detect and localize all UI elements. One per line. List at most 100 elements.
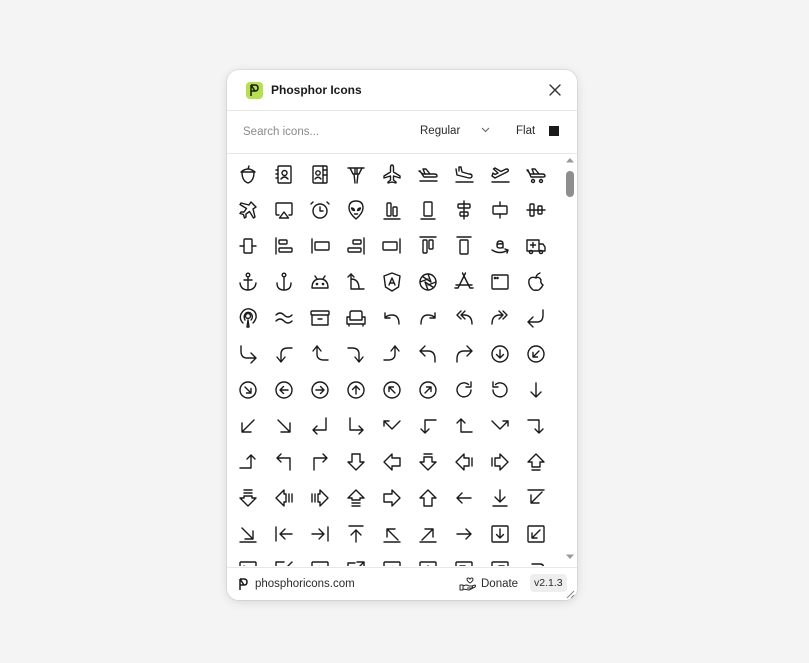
- apple-podcasts-logo-icon[interactable]: [231, 301, 265, 335]
- arrow-arc-left-icon[interactable]: [375, 301, 409, 335]
- chevron-down-icon[interactable]: [481, 127, 490, 133]
- address-book-tabs-icon[interactable]: [303, 157, 337, 191]
- arrow-fat-line-down-icon[interactable]: [411, 445, 445, 479]
- arrow-line-down-right-icon[interactable]: [231, 517, 265, 551]
- arrow-fat-down-icon[interactable]: [339, 445, 373, 479]
- arrow-bend-left-down-icon[interactable]: [267, 337, 301, 371]
- arrow-fat-lines-down-icon[interactable]: [231, 481, 265, 515]
- mode-select[interactable]: Flat: [516, 125, 535, 137]
- arrow-fat-line-left-icon[interactable]: [447, 445, 481, 479]
- arrow-elbow-right-icon[interactable]: [483, 409, 517, 443]
- arrow-circle-left-icon[interactable]: [267, 373, 301, 407]
- arrow-square-out-icon[interactable]: [339, 553, 373, 566]
- scrollbar[interactable]: [563, 154, 577, 566]
- arrow-bend-right-down-icon[interactable]: [339, 337, 373, 371]
- weight-select[interactable]: Regular: [420, 125, 460, 137]
- airplane-tilt-icon[interactable]: [231, 193, 265, 227]
- align-left-icon[interactable]: [267, 229, 301, 263]
- airplane-taxiing-icon[interactable]: [519, 157, 553, 191]
- arrow-line-up-icon[interactable]: [339, 517, 373, 551]
- align-center-horizontal-icon[interactable]: [447, 193, 481, 227]
- arrow-down-right-icon[interactable]: [267, 409, 301, 443]
- arrow-bend-down-right-icon[interactable]: [231, 337, 265, 371]
- arrow-arc-right-icon[interactable]: [411, 301, 445, 335]
- donate-button[interactable]: Donate: [481, 578, 518, 590]
- arrow-circle-up-left-icon[interactable]: [375, 373, 409, 407]
- arrow-square-in-icon[interactable]: [267, 553, 301, 566]
- arrow-bend-down-left-icon[interactable]: [519, 301, 553, 335]
- ambulance-icon[interactable]: [519, 229, 553, 263]
- arrow-elbow-down-right-icon[interactable]: [339, 409, 373, 443]
- airplane-icon[interactable]: [375, 157, 409, 191]
- arrow-counter-clockwise-icon[interactable]: [483, 373, 517, 407]
- scrollbar-thumb[interactable]: [566, 171, 574, 197]
- arrow-circle-down-icon[interactable]: [483, 337, 517, 371]
- acorn-icon[interactable]: [231, 157, 265, 191]
- arrow-line-down-left-icon[interactable]: [519, 481, 553, 515]
- aperture-icon[interactable]: [411, 265, 445, 299]
- arrow-fat-up-icon[interactable]: [411, 481, 445, 515]
- airplane-landing-icon[interactable]: [447, 157, 481, 191]
- arrow-circle-up-icon[interactable]: [339, 373, 373, 407]
- scroll-up-arrow-icon[interactable]: [565, 157, 575, 163]
- airplay-icon[interactable]: [267, 193, 301, 227]
- arrow-elbow-left-icon[interactable]: [375, 409, 409, 443]
- arrow-line-down-icon[interactable]: [483, 481, 517, 515]
- arrow-elbow-right-down-icon[interactable]: [519, 409, 553, 443]
- arrow-elbow-right-up-icon[interactable]: [231, 445, 265, 479]
- anchor-simple-icon[interactable]: [267, 265, 301, 299]
- app-window-icon[interactable]: [483, 265, 517, 299]
- arrow-elbow-left-down-icon[interactable]: [411, 409, 445, 443]
- arrow-bend-right-up-icon[interactable]: [375, 337, 409, 371]
- arrow-bend-up-right-icon[interactable]: [447, 337, 481, 371]
- angle-icon[interactable]: [339, 265, 373, 299]
- align-bottom-simple-icon[interactable]: [411, 193, 445, 227]
- align-bottom-icon[interactable]: [375, 193, 409, 227]
- close-icon[interactable]: [548, 83, 562, 97]
- address-book-icon[interactable]: [267, 157, 301, 191]
- approximate-equals-icon[interactable]: [267, 301, 301, 335]
- arrow-fat-lines-up-icon[interactable]: [339, 481, 373, 515]
- align-center-vertical-icon[interactable]: [519, 193, 553, 227]
- arrow-elbow-down-left-icon[interactable]: [303, 409, 337, 443]
- arrow-elbow-left-up-icon[interactable]: [447, 409, 481, 443]
- align-right-icon[interactable]: [339, 229, 373, 263]
- armchair-icon[interactable]: [339, 301, 373, 335]
- app-store-logo-icon[interactable]: [447, 265, 481, 299]
- website-link[interactable]: phosphoricons.com: [255, 578, 355, 590]
- arrow-fat-right-icon[interactable]: [375, 481, 409, 515]
- arrow-fat-line-up-icon[interactable]: [519, 445, 553, 479]
- archive-icon[interactable]: [303, 301, 337, 335]
- anchor-icon[interactable]: [231, 265, 265, 299]
- arrow-square-up-icon[interactable]: [411, 553, 445, 566]
- arrow-line-up-left-icon[interactable]: [375, 517, 409, 551]
- airplane-in-flight-icon[interactable]: [411, 157, 445, 191]
- align-top-icon[interactable]: [411, 229, 445, 263]
- arrow-elbow-up-right-icon[interactable]: [303, 445, 337, 479]
- arrow-square-right-icon[interactable]: [375, 553, 409, 566]
- arrow-bend-up-left-icon[interactable]: [411, 337, 445, 371]
- align-center-vertical-simple-icon[interactable]: [231, 229, 265, 263]
- apple-logo-icon[interactable]: [519, 265, 553, 299]
- arrow-square-down-icon[interactable]: [483, 517, 517, 551]
- alarm-icon[interactable]: [303, 193, 337, 227]
- arrow-bend-double-up-left-icon[interactable]: [447, 301, 481, 335]
- arrow-circle-down-right-icon[interactable]: [231, 373, 265, 407]
- arrow-square-down-right-icon[interactable]: [231, 553, 265, 566]
- android-logo-icon[interactable]: [303, 265, 337, 299]
- scroll-down-arrow-icon[interactable]: [565, 554, 575, 560]
- align-left-simple-icon[interactable]: [303, 229, 337, 263]
- arrow-right-icon[interactable]: [447, 517, 481, 551]
- align-top-simple-icon[interactable]: [447, 229, 481, 263]
- arrow-left-icon[interactable]: [447, 481, 481, 515]
- arrow-down-left-icon[interactable]: [231, 409, 265, 443]
- arrow-bend-left-up-icon[interactable]: [303, 337, 337, 371]
- arrow-line-left-icon[interactable]: [267, 517, 301, 551]
- arrow-square-up-right-icon[interactable]: [483, 553, 517, 566]
- arrow-elbow-up-left-icon[interactable]: [267, 445, 301, 479]
- arrow-circle-down-left-icon[interactable]: [519, 337, 553, 371]
- align-center-horizontal-simple-icon[interactable]: [483, 193, 517, 227]
- arrow-fat-left-icon[interactable]: [375, 445, 409, 479]
- arrow-down-icon[interactable]: [519, 373, 553, 407]
- align-right-simple-icon[interactable]: [375, 229, 409, 263]
